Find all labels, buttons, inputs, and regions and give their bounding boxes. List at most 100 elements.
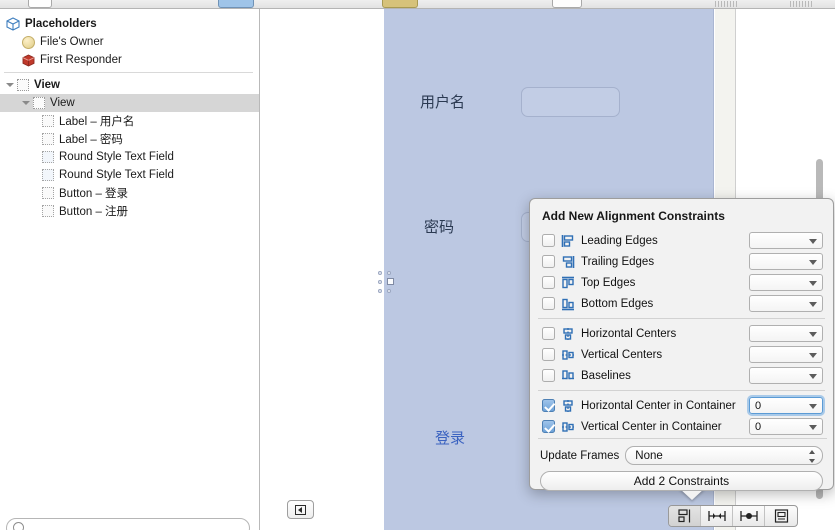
toolbar-chip[interactable] (28, 0, 52, 8)
constraint-row-trailing-edges[interactable]: Trailing Edges (530, 251, 833, 272)
update-frames-value: None (635, 449, 663, 462)
vertical-center-in-container-checkbox[interactable] (542, 420, 555, 433)
selection-dot[interactable] (378, 271, 382, 275)
view-icon (33, 97, 45, 109)
outline-item-button-login[interactable]: Button – 登录 (0, 184, 259, 202)
bottom-edges-checkbox[interactable] (542, 297, 555, 310)
outline-item-label-password[interactable]: Label – 密码 (0, 130, 259, 148)
outline-item-files-owner[interactable]: File's Owner (0, 33, 259, 51)
pin-icon (707, 511, 726, 521)
outline-item-textfield-username[interactable]: Round Style Text Field (0, 148, 259, 166)
outline-item-first-responder[interactable]: First Responder (0, 51, 259, 69)
constraint-label: Vertical Centers (581, 348, 663, 361)
design-label-password[interactable]: 密码 (424, 216, 454, 237)
toolbar-chip-active[interactable] (218, 0, 254, 8)
files-owner-icon (22, 35, 35, 49)
top-edges-checkbox[interactable] (542, 276, 555, 289)
align-top-edges-icon (561, 276, 575, 290)
textfield-icon (42, 169, 54, 181)
chevron-down-icon (809, 302, 817, 307)
design-label-username[interactable]: 用户名 (420, 91, 465, 112)
vertical-centers-checkbox[interactable] (542, 348, 555, 361)
toolbar-grip[interactable] (790, 1, 814, 7)
chevron-down-icon (809, 374, 817, 379)
toolbar-chip[interactable] (552, 0, 582, 8)
align-baselines-icon (561, 369, 575, 383)
update-frames-select[interactable]: None (625, 446, 823, 465)
align-trailing-edges-icon (561, 255, 575, 269)
align-vertical-centers-icon (561, 348, 575, 362)
align-horizontal-centers-icon (561, 327, 575, 341)
horizontal-center-in-container-checkbox[interactable] (542, 399, 555, 412)
outline-item-label-username[interactable]: Label – 用户名 (0, 112, 259, 130)
autolayout-toolbar (668, 505, 798, 527)
selection-dot[interactable] (378, 289, 382, 293)
popover-divider (538, 390, 825, 391)
constraint-row-leading-edges[interactable]: Leading Edges (530, 230, 833, 251)
disclosure-triangle-icon[interactable] (6, 80, 17, 91)
leading-edges-value-combo[interactable] (749, 232, 823, 249)
alignment-constraints-popover: Add New Alignment Constraints Leading Ed… (529, 198, 834, 500)
textfield-icon (42, 151, 54, 163)
label-icon (42, 115, 54, 127)
outline-item-view[interactable]: View (0, 94, 259, 112)
outline-item-scene-view[interactable]: View (0, 76, 259, 94)
collapse-panel-button[interactable] (287, 500, 314, 519)
outline-filter-input[interactable] (6, 518, 250, 530)
outline-label: View (50, 97, 75, 109)
outline-item-textfield-password[interactable]: Round Style Text Field (0, 166, 259, 184)
vertical-center-in-container-value-combo[interactable]: 0 (749, 418, 823, 435)
align-button[interactable] (669, 506, 701, 526)
bottom-edges-value-combo[interactable] (749, 295, 823, 312)
constraint-row-top-edges[interactable]: Top Edges (530, 272, 833, 293)
toolbar-chip-warning[interactable] (382, 0, 418, 8)
update-frames-row: Update Frames None (530, 446, 833, 465)
chevron-down-icon (809, 425, 817, 430)
resizing-behavior-button[interactable] (765, 506, 797, 526)
trailing-edges-value-combo[interactable] (749, 253, 823, 270)
cube-icon (6, 17, 20, 31)
constraint-row-vertical-centers[interactable]: Vertical Centers (530, 344, 833, 365)
design-button-login[interactable]: 登录 (435, 427, 465, 448)
horizontal-centers-checkbox[interactable] (542, 327, 555, 340)
outline-label: Label – 密码 (59, 134, 123, 146)
label-icon (42, 133, 54, 145)
selection-dot[interactable] (378, 280, 382, 284)
vertical-centers-value-combo[interactable] (749, 346, 823, 363)
add-constraints-button[interactable]: Add 2 Constraints (540, 471, 823, 491)
constraint-row-bottom-edges[interactable]: Bottom Edges (530, 293, 833, 314)
baselines-value-combo[interactable] (749, 367, 823, 384)
search-icon (13, 522, 24, 530)
resolve-issues-icon (739, 511, 758, 521)
horizontal-center-in-container-value-combo[interactable]: 0 (749, 397, 823, 414)
selection-dot[interactable] (387, 271, 391, 275)
horizontal-centers-value-combo[interactable] (749, 325, 823, 342)
outline-item-placeholders[interactable]: Placeholders (0, 15, 259, 33)
top-edges-value-combo[interactable] (749, 274, 823, 291)
canvas-left-pane (260, 9, 383, 530)
outline-label: View (34, 79, 60, 91)
toolbar-sliver (0, 0, 835, 9)
constraint-row-vertical-center-in-container[interactable]: Vertical Center in Container 0 (530, 416, 833, 437)
selection-dot[interactable] (387, 289, 391, 293)
constraint-row-horizontal-center-in-container[interactable]: Horizontal Center in Container 0 (530, 395, 833, 416)
button-icon (42, 187, 54, 199)
disclosure-triangle-icon[interactable] (22, 98, 33, 109)
trailing-edges-checkbox[interactable] (542, 255, 555, 268)
constraint-label: Leading Edges (581, 234, 658, 247)
design-textfield-username[interactable] (521, 87, 620, 117)
pin-button[interactable] (701, 506, 733, 526)
resolve-issues-button[interactable] (733, 506, 765, 526)
constraint-row-horizontal-centers[interactable]: Horizontal Centers (530, 323, 833, 344)
toolbar-grip[interactable] (715, 1, 739, 7)
chevron-down-icon (809, 281, 817, 286)
baselines-checkbox[interactable] (542, 369, 555, 382)
constraint-row-baselines[interactable]: Baselines (530, 365, 833, 386)
chevron-down-icon (809, 404, 817, 409)
leading-edges-checkbox[interactable] (542, 234, 555, 247)
button-icon (42, 205, 54, 217)
popover-rows: Leading Edges Trailing Edges Top Edges B… (530, 230, 833, 437)
selection-handle[interactable] (387, 278, 394, 285)
outline-label: Round Style Text Field (59, 151, 174, 163)
outline-item-button-register[interactable]: Button – 注册 (0, 202, 259, 220)
